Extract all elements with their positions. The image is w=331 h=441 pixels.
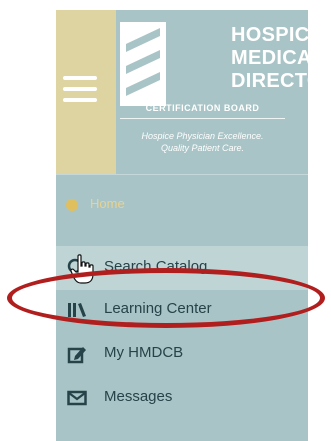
logo-line-certification-board: CERTIFICATION BOARD: [145, 103, 260, 113]
sidebar-item-label: Messages: [104, 388, 173, 405]
logo-line-medical: MEDICAL: [231, 47, 325, 69]
logo-rule: [120, 118, 285, 119]
logo-line-director: DIRECTOR: [231, 70, 331, 92]
logo-line-hospice: HOSPICE: [231, 24, 324, 46]
edit-icon: [67, 347, 86, 364]
hmdcb-logo[interactable]: HOSPICE MEDICAL DIRECTOR CERTIFICATION B…: [116, 10, 331, 174]
sidebar-item-label: My HMDCB: [104, 344, 184, 361]
sidebar-item-home[interactable]: Home: [56, 175, 308, 237]
highlight-annotation: [7, 268, 325, 328]
sidebar-panel: HOSPICE MEDICAL DIRECTOR CERTIFICATION B…: [56, 10, 331, 441]
mail-icon: [67, 390, 87, 406]
menu-strip: [56, 10, 116, 174]
sidebar-item-my-hmdcb[interactable]: My HMDCB: [56, 332, 308, 376]
logo-mark-icon: [120, 22, 166, 106]
logo-tagline-1: Hospice Physician Excellence.: [141, 131, 264, 141]
logo-tagline-2: Quality Patient Care.: [160, 143, 245, 153]
home-icon: [66, 199, 78, 211]
sidebar-item-label: Home: [90, 196, 125, 211]
hamburger-icon[interactable]: [63, 76, 97, 109]
sidebar-item-messages[interactable]: Messages: [56, 376, 308, 420]
